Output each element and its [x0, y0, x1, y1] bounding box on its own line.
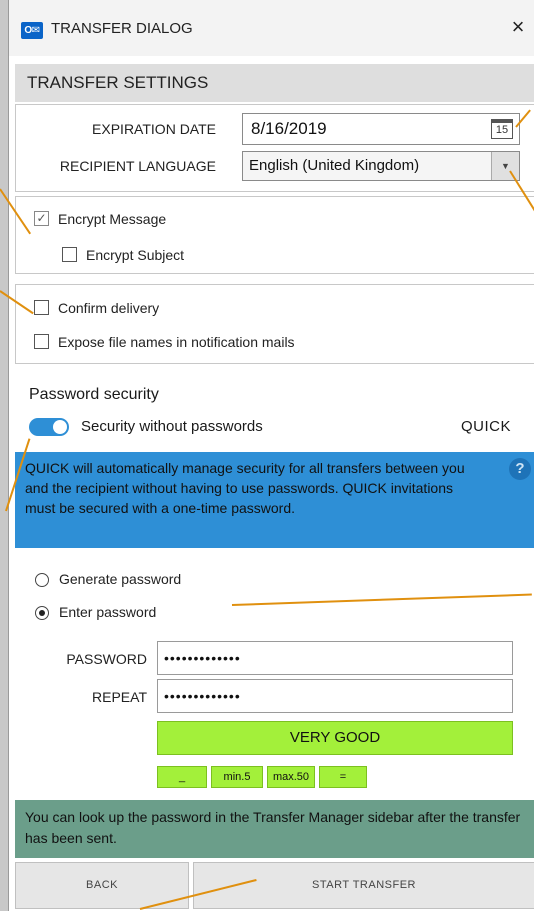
calendar-day: 15 [495, 124, 509, 136]
security-without-passwords-toggle[interactable] [29, 418, 69, 436]
window-title: TRANSFER DIALOG [51, 20, 193, 37]
encrypt-message-label: Encrypt Message [58, 211, 167, 227]
confirm-delivery-checkbox[interactable] [34, 300, 49, 315]
rule-chip-match: = [319, 766, 367, 788]
section-title: TRANSFER SETTINGS [15, 64, 534, 102]
checkmark-icon: ✓ [36, 211, 47, 225]
expiration-date-label: EXPIRATION DATE [92, 121, 216, 137]
rule-chip-special: _ [157, 766, 207, 788]
password-lookup-note: You can look up the password in the Tran… [15, 800, 534, 858]
password-security-heading: Password security [29, 386, 159, 403]
calendar-icon[interactable]: 15 [491, 119, 513, 139]
encrypt-subject-label: Encrypt Subject [86, 247, 185, 263]
delivery-options-panel: Confirm delivery Expose file names in no… [15, 284, 534, 364]
title-bar: O✉ TRANSFER DIALOG × [9, 0, 534, 56]
quick-mode-badge: QUICK [461, 418, 512, 435]
expiration-date-input[interactable]: 8/16/2019 15 [242, 113, 520, 145]
repeat-password-label: REPEAT [92, 689, 147, 705]
transfer-basics-panel: EXPIRATION DATE 8/16/2019 15 RECIPIENT L… [15, 104, 534, 192]
password-label: PASSWORD [66, 651, 147, 667]
help-icon[interactable]: ? [509, 458, 531, 480]
password-input[interactable]: ••••••••••••• [157, 641, 513, 675]
recipient-language-select[interactable]: English (United Kingdom) ▼ [242, 151, 520, 181]
expose-file-names-label: Expose file names in notification mails [58, 334, 295, 350]
transfer-dialog-window: O✉ TRANSFER DIALOG × TRANSFER SETTINGS E… [8, 0, 534, 911]
start-transfer-button[interactable]: START TRANSFER [193, 862, 534, 909]
enter-password-radio[interactable] [35, 606, 49, 620]
repeat-password-input[interactable]: ••••••••••••• [157, 679, 513, 713]
generate-password-label: Generate password [59, 571, 182, 587]
recipient-language-label: RECIPIENT LANGUAGE [59, 158, 216, 174]
recipient-language-value: English (United Kingdom) [249, 157, 420, 174]
rule-chip-min: min.5 [211, 766, 263, 788]
encryption-panel: ✓ Encrypt Message Encrypt Subject [15, 196, 534, 274]
expiration-date-value: 8/16/2019 [251, 119, 327, 138]
confirm-delivery-label: Confirm delivery [58, 300, 160, 316]
rule-chip-max: max.50 [267, 766, 315, 788]
app-icon-letter: O [24, 25, 32, 36]
expose-file-names-checkbox[interactable] [34, 334, 49, 349]
quick-info-box: QUICK will automatically manage security… [15, 452, 534, 548]
encrypt-message-checkbox[interactable]: ✓ [34, 211, 49, 226]
generate-password-radio[interactable] [35, 573, 49, 587]
close-icon[interactable]: × [507, 14, 529, 40]
quick-info-text: QUICK will automatically manage security… [25, 460, 465, 516]
security-without-passwords-label: Security without passwords [81, 418, 263, 435]
outlook-app-icon: O✉ [21, 22, 43, 39]
password-strength-indicator: VERY GOOD [157, 721, 513, 755]
enter-password-label: Enter password [59, 604, 157, 620]
encrypt-subject-checkbox[interactable] [62, 247, 77, 262]
